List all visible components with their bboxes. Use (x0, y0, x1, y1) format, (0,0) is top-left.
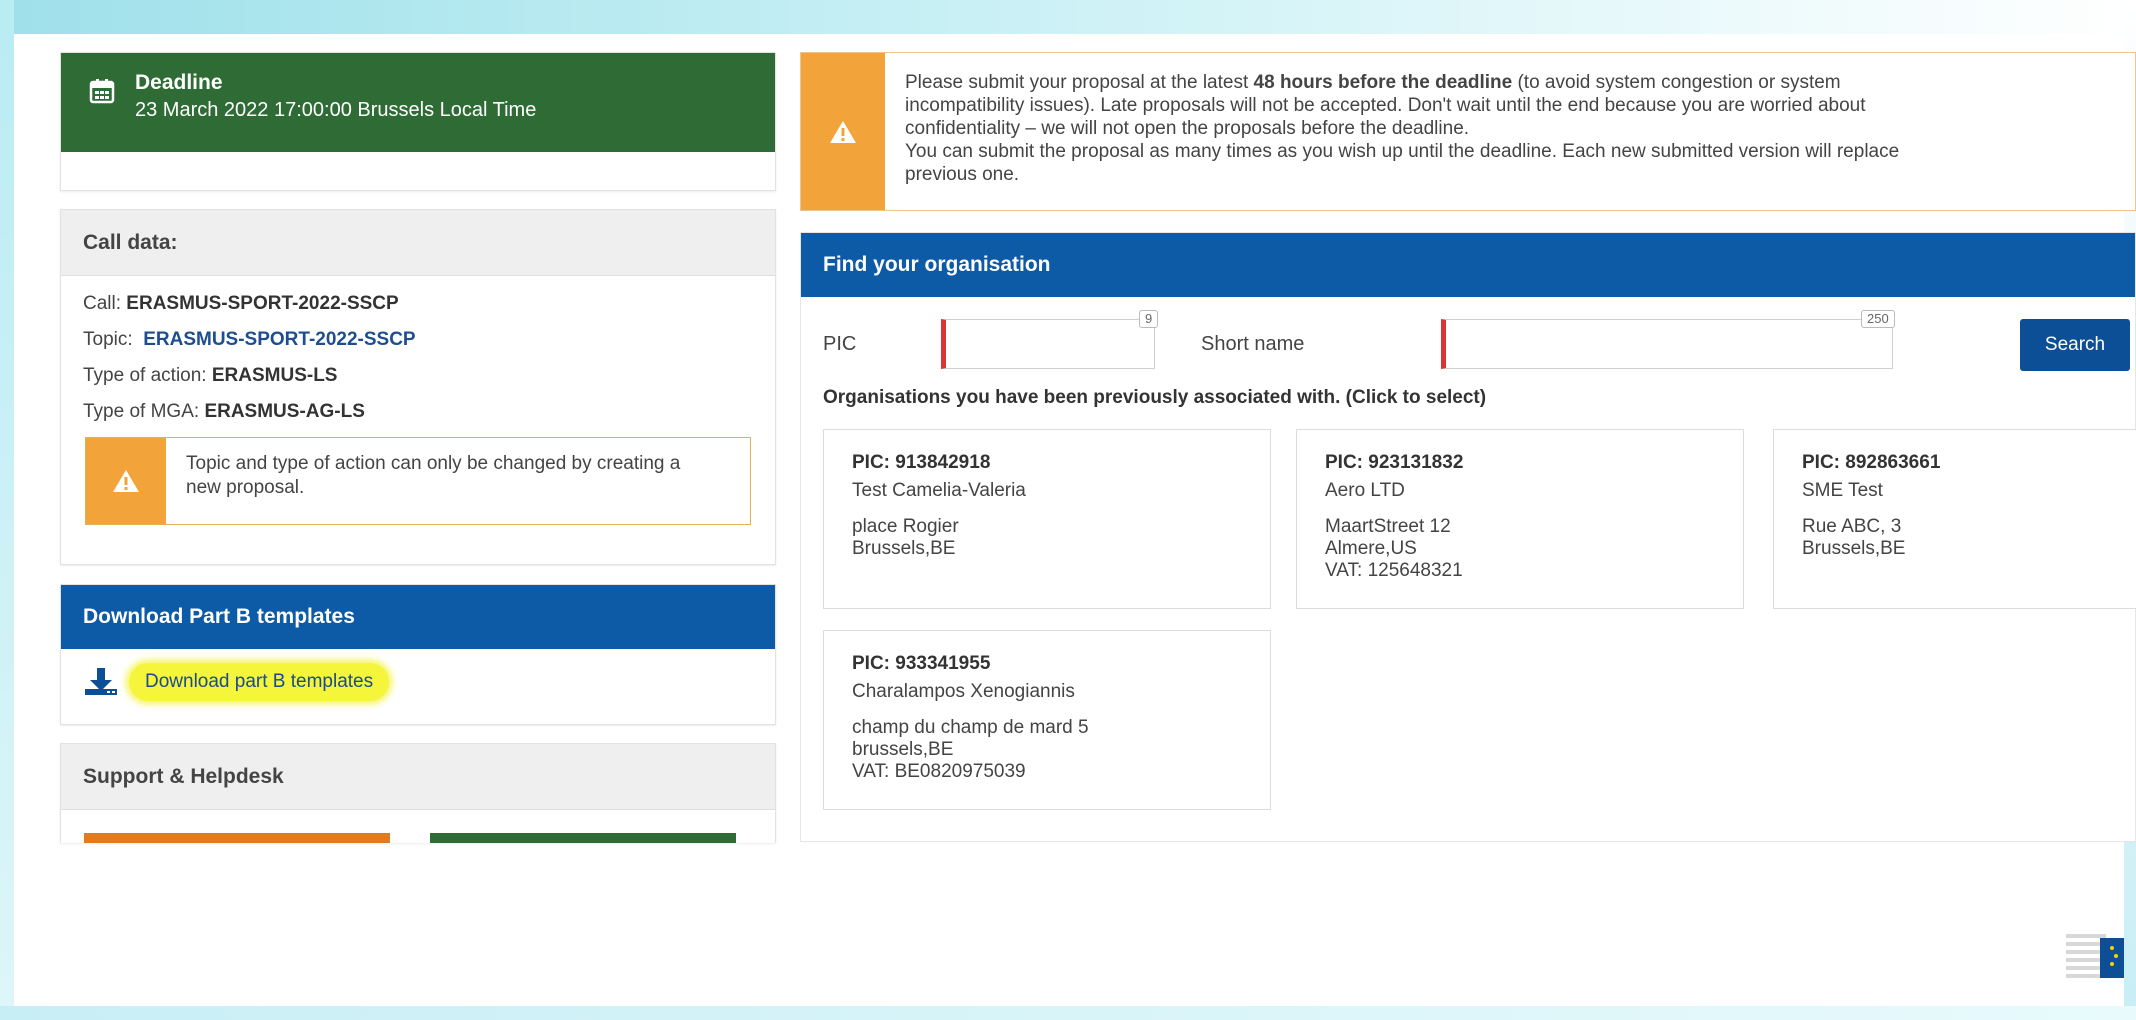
search-button[interactable]: Search (2020, 319, 2130, 371)
warning-icon (113, 470, 139, 492)
warning-line4: You can submit the proposal as many time… (905, 141, 1900, 162)
org-name: Test Camelia-Valeria (852, 480, 1026, 501)
pic-label: PIC (823, 333, 857, 355)
action-value: ERASMUS-LS (211, 365, 338, 386)
mga-value: ERASMUS-AG-LS (204, 401, 365, 422)
download-heading: Download Part B templates (61, 585, 775, 649)
org-pic: PIC: 923131832 (1325, 452, 1464, 473)
warning-line1-pre: Please submit your proposal at the lates… (905, 72, 1254, 93)
submission-warning-text: Please submit your proposal at the lates… (885, 53, 1899, 210)
org-city: Brussels,BE (852, 538, 956, 559)
frame-bottom (0, 1006, 2136, 1020)
call-row: Call: ERASMUS-SPORT-2022-SSCP (61, 286, 775, 322)
frame-top (0, 0, 2136, 34)
action-label: Type of action: (83, 365, 212, 386)
topic-row: Topic: ERASMUS-SPORT-2022-SSCP (61, 322, 775, 358)
org-name: Charalampos Xenogiannis (852, 681, 1075, 702)
topic-label: Topic: (83, 329, 138, 350)
support-panel: Support & Helpdesk (60, 743, 776, 843)
org-card[interactable]: PIC: 913842918 Test Camelia-Valeria plac… (823, 429, 1271, 609)
org-card[interactable]: PIC: 923131832 Aero LTD MaartStreet 12 A… (1296, 429, 1744, 609)
call-data-panel: Call data: Call: ERASMUS-SPORT-2022-SSCP… (60, 209, 776, 565)
find-organisation-heading: Find your organisation (801, 233, 2135, 297)
support-green-button[interactable] (430, 833, 736, 843)
org-pic: PIC: 933341955 (852, 653, 991, 674)
associated-orgs-title: Organisations you have been previously a… (823, 387, 1487, 408)
deadline-header: Deadline 23 March 2022 17:00:00 Brussels… (61, 53, 775, 152)
change-notice: Topic and type of action can only be cha… (85, 437, 751, 525)
org-vat: VAT: 125648321 (1325, 560, 1463, 581)
topic-link[interactable]: ERASMUS-SPORT-2022-SSCP (143, 329, 415, 350)
short-name-input[interactable] (1441, 319, 1893, 369)
deadline-panel: Deadline 23 March 2022 17:00:00 Brussels… (60, 52, 776, 191)
change-notice-text: Topic and type of action can only be cha… (186, 453, 681, 498)
eu-logo-icon (2066, 934, 2124, 978)
call-label: Call: (83, 293, 127, 314)
org-city: Almere,US (1325, 538, 1417, 559)
support-heading: Support & Helpdesk (61, 744, 775, 810)
warning-icon-box (801, 53, 885, 210)
short-name-label: Short name (1201, 333, 1305, 355)
download-row: Download part B templates (61, 649, 775, 715)
org-name: Aero LTD (1325, 480, 1405, 501)
warning-line1-post: (to avoid system congestion or system (1512, 72, 1841, 93)
warning-icon-box (86, 438, 166, 524)
warning-line2: incompatibility issues). Late proposals … (905, 95, 1866, 116)
mga-row: Type of MGA: ERASMUS-AG-LS (61, 394, 775, 430)
short-name-char-limit: 250 (1861, 310, 1895, 328)
deadline-title: Deadline (135, 71, 223, 94)
download-icon[interactable] (83, 667, 119, 697)
warning-line5: previous one. (905, 164, 1020, 185)
org-address: place Rogier (852, 516, 959, 537)
org-card[interactable]: PIC: 933341955 Charalampos Xenogiannis c… (823, 630, 1271, 810)
org-pic: PIC: 913842918 (852, 452, 991, 473)
org-city: Brussels,BE (1802, 538, 1906, 559)
submission-warning: Please submit your proposal at the lates… (800, 52, 2136, 211)
org-city: brussels,BE (852, 739, 954, 760)
org-address: champ du champ de mard 5 (852, 717, 1089, 738)
mga-label: Type of MGA: (83, 401, 205, 422)
download-panel: Download Part B templates Download part … (60, 584, 776, 725)
org-pic: PIC: 892863661 (1802, 452, 1941, 473)
org-address: Rue ABC, 3 (1802, 516, 1902, 537)
find-organisation-panel: Find your organisation PIC 9 Short name … (800, 232, 2136, 842)
call-data-heading: Call data: (61, 210, 775, 276)
calendar-icon (89, 79, 115, 104)
warning-line3: confidentiality – we will not open the p… (905, 118, 1470, 139)
call-value: ERASMUS-SPORT-2022-SSCP (126, 293, 399, 314)
pic-input[interactable] (941, 319, 1155, 369)
org-name: SME Test (1802, 480, 1883, 501)
action-row: Type of action: ERASMUS-LS (61, 358, 775, 394)
support-orange-button[interactable] (84, 833, 390, 843)
org-card[interactable]: PIC: 892863661 SME Test Rue ABC, 3 Bruss… (1773, 429, 2136, 609)
frame-left (0, 0, 14, 1020)
org-vat: VAT: BE0820975039 (852, 761, 1026, 782)
warning-line1-bold: 48 hours before the deadline (1253, 72, 1513, 93)
deadline-date: 23 March 2022 17:00:00 Brussels Local Ti… (135, 99, 537, 121)
download-templates-link[interactable]: Download part B templates (129, 663, 390, 701)
warning-icon (830, 120, 856, 143)
org-address: MaartStreet 12 (1325, 516, 1451, 537)
pic-char-limit: 9 (1139, 310, 1159, 328)
